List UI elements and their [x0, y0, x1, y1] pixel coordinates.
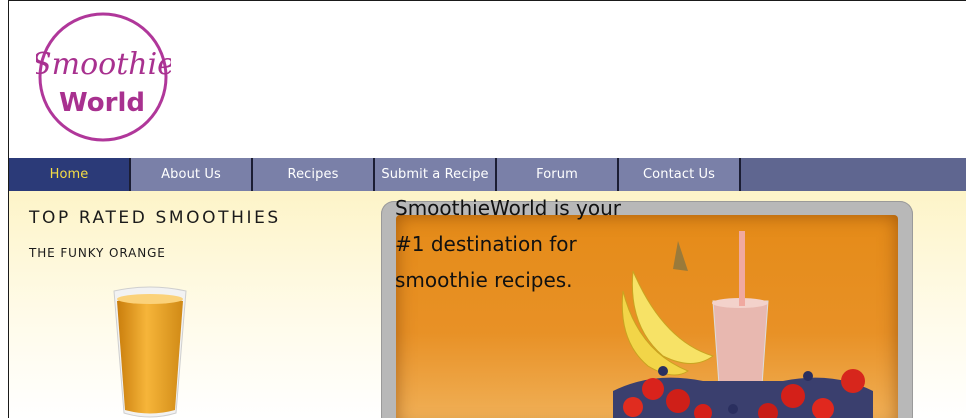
top-rated-heading: TOP RATED SMOOTHIES: [29, 208, 281, 228]
featured-smoothie-name[interactable]: THE FUNKY ORANGE: [29, 246, 166, 260]
orange-smoothie-glass-icon[interactable]: [110, 285, 190, 418]
nav-recipes[interactable]: Recipes: [253, 158, 375, 191]
nav-forum[interactable]: Forum: [497, 158, 619, 191]
hero-line-3: smoothie recipes.: [395, 268, 573, 292]
main-content: TOP RATED SMOOTHIES THE FUNKY ORANGE Smo…: [9, 191, 966, 418]
nav-about-us[interactable]: About Us: [131, 158, 253, 191]
logo-line1: Smoothie: [36, 47, 171, 82]
smoothie-world-logo[interactable]: Smoothie World: [36, 10, 171, 145]
logo-line2: World: [59, 88, 145, 118]
hero-tagline: SmoothieWorld is your #1 destination for…: [395, 190, 715, 298]
nav-submit-a-recipe[interactable]: Submit a Recipe: [375, 158, 497, 191]
nav-contact-us[interactable]: Contact Us: [619, 158, 741, 191]
page-frame: Smoothie World Home About Us Recipes Sub…: [8, 0, 966, 418]
hero-line-2: #1 destination for: [395, 232, 577, 256]
nav-home[interactable]: Home: [9, 158, 131, 191]
main-nav: Home About Us Recipes Submit a Recipe Fo…: [9, 158, 966, 191]
hero-line-1: SmoothieWorld is your: [395, 196, 622, 220]
